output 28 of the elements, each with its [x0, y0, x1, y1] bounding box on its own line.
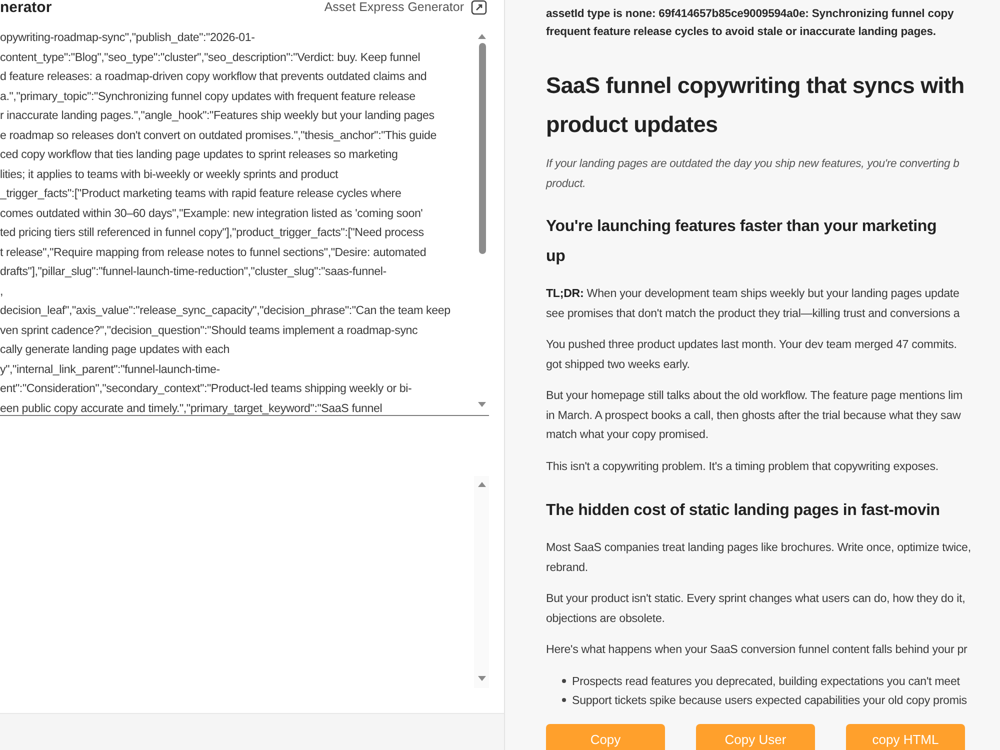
scroll-up-icon[interactable] — [478, 482, 486, 487]
app-name: Asset Express Generator — [324, 0, 464, 14]
paragraph: But your homepage still talks about the old workflow. The feature page mentions lim in March. A prospect books a call, then ghosts after the trial because what they saw match what your copy promised. — [546, 388, 964, 443]
section-heading: The hidden cost of static landing pages in fast-movin — [546, 501, 941, 521]
scroll-up-icon[interactable] — [478, 34, 486, 39]
paragraph: TL;DR: When your development team ships weekly but your landing pages update see promises that don't match the product they trial—killing trust and conversions a — [546, 286, 961, 322]
section-heading: You're launching features faster than your marketing up — [546, 217, 938, 267]
json-input-field[interactable]: opywriting-roadmap-sync","publish_date":"2026-01- content_type":"Blog","seo_type":"cluster","seo_description":"Verdict: buy. Keep funnel d feature releases: a roadmap-driven copy workflow that prevents outdated claims and a.","primary_topic":"Synchronizing funnel copy updates with frequent feature release r inaccurate landing pages.","angle_hook":"Features ship weekly but your landing pages e roadmap so releases don't convert on outdated promises.","thesis_anchor":"This guide ced copy workflow that ties landing page updates to sprint releases so marketing lities; it applies to teams with bi-weekly or weekly sprints and product _trigger_facts":["Product marketing teams with rapid feature release cycles where comes outdated within 30–60 days","Example: new integration listed as 'coming soon' ted pricing tiers still referenced in funnel copy"],"product_trigger_facts":["Need process t release","Require mapping from release notes to funnel sections","Desire: automated drafts"],"pillar_slug":"funnel-launch-time-reduction","cluster_slug":"saas-funnel- , decision_leaf","axis_value":"release_sync_capacity","decision_phrase":"Can the team keep ven sprint cadence?","decision_question":"Should teams implement a roadmap-sync cally generate landing page updates with each y","internal_link_parent":"funnel-launch-time- ent":"Consideration","secondary_context":"Product-led teams shipping weekly or bi- een public copy accurate and timely.","primary_target_keyword":"SaaS funnel — [0, 28, 489, 416]
paragraph: Most SaaS companies treat landing pages like brochures. Write once, optimize twice, rebrand. — [546, 540, 972, 576]
copy-button[interactable]: Copy — [546, 724, 665, 750]
paragraph: This isn't a copywriting problem. It's a timing problem that copywriting exposes. — [546, 458, 940, 474]
bullet-icon — [562, 679, 566, 683]
scroll-down-icon[interactable] — [478, 402, 486, 407]
copy-button[interactable]: copy HTML — [846, 724, 965, 750]
scrollbar-track[interactable] — [474, 476, 489, 688]
article-title: SaaS funnel copywriting that syncs with product updates — [546, 72, 966, 139]
paragraph: But your product isn't static. Every sprint changes what users can do, how they do it, objections are obsolete. — [546, 591, 966, 626]
copy-button[interactable]: Copy User — [696, 724, 815, 750]
list-item: Prospects read features you deprecated, building expectations you can't meet — [572, 674, 960, 690]
paragraph: You pushed three product updates last month. Your dev team merged 47 commits. got shipped two weeks early. — [546, 337, 958, 372]
asset-id-note: assetId type is none: 69f414657b85ce9009594a0e: Synchronizing funnel copy frequent feature release cycles to avoid stale or inaccurate landing pages. — [546, 7, 955, 40]
article-lead: If your landing pages are outdated the day you ship new features, you're converting b product. — [546, 157, 960, 192]
bullet-icon — [562, 698, 566, 702]
scrollbar-thumb[interactable] — [478, 43, 486, 254]
list-item: Support tickets spike because users expected capabilities your old copy promis — [572, 692, 967, 708]
paragraph: Here's what happens when your SaaS conversion funnel content falls behind your pr — [546, 642, 968, 658]
scroll-down-icon[interactable] — [478, 676, 486, 681]
panel-title: nerator — [0, 0, 52, 16]
